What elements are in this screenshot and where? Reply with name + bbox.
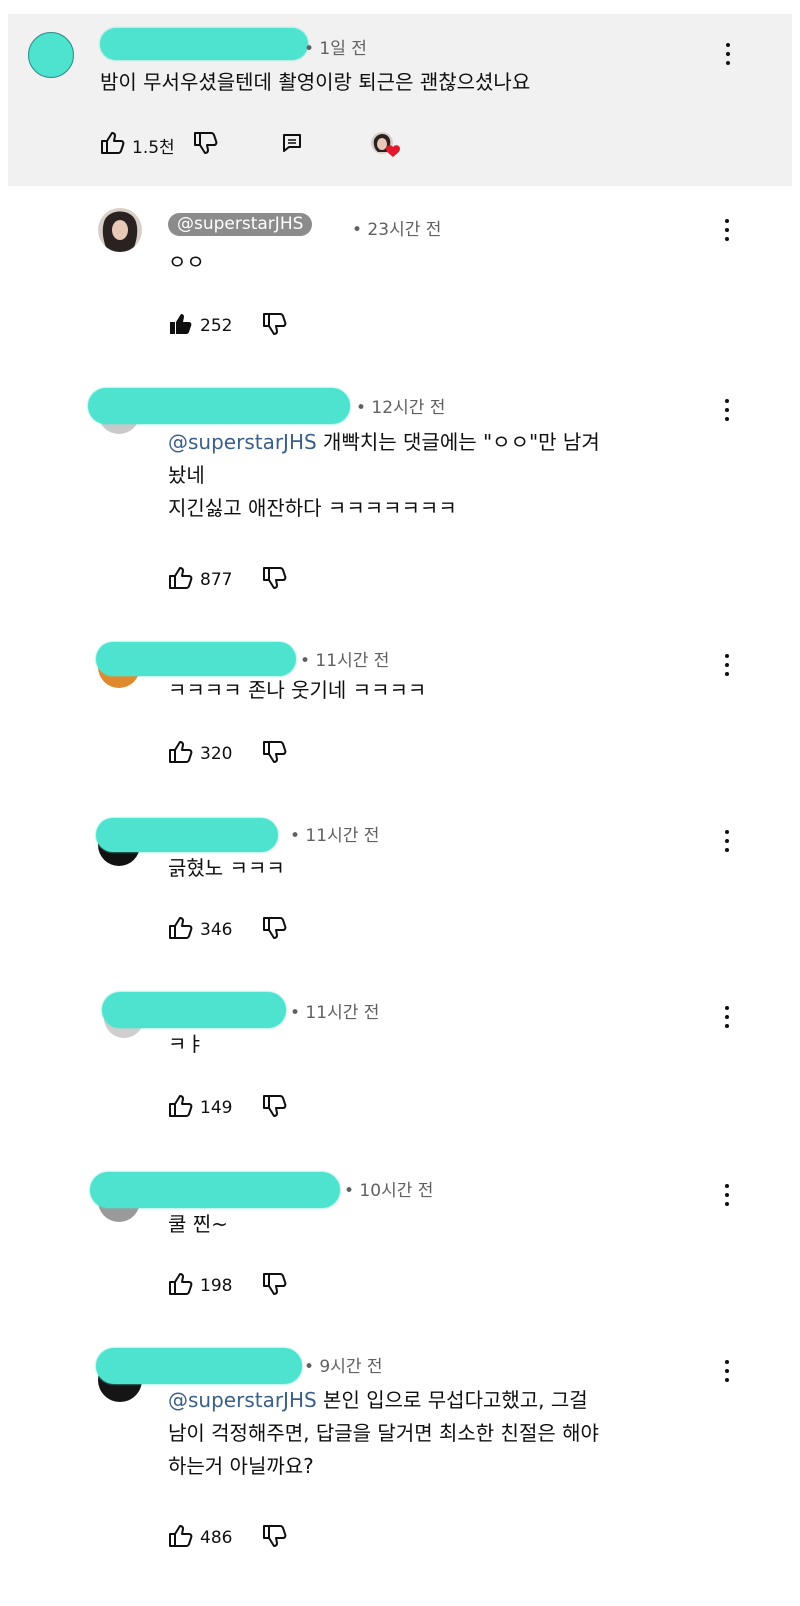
reply-text: ㅇㅇ: [168, 250, 205, 274]
avatar[interactable]: [28, 32, 74, 78]
more-vert-icon[interactable]: [720, 1006, 734, 1028]
reply: • 11시간 전 ㅋㅑ 149: [0, 988, 800, 1138]
more-vert-icon[interactable]: [720, 830, 734, 852]
like-count: 346: [200, 920, 233, 940]
reply: • 10시간 전 쿨 찐~ 198: [0, 1168, 800, 1318]
more-vert-icon[interactable]: [721, 43, 735, 65]
reply-text: 쿨 찐~: [168, 1212, 228, 1236]
thumb-down-icon[interactable]: [262, 1272, 288, 1300]
thumb-up-icon[interactable]: [168, 1094, 194, 1122]
like-count: 486: [200, 1528, 233, 1548]
thumb-up-icon[interactable]: [168, 740, 194, 768]
reply-text: @superstarJHS 본인 입으로 무섭다고했고, 그걸 남이 걱정해주면…: [168, 1388, 599, 1478]
reply-actions: 149: [168, 1094, 288, 1122]
redacted-username: [96, 642, 296, 676]
mention-link[interactable]: @superstarJHS: [168, 1388, 317, 1412]
reply-time: • 11시간 전: [300, 651, 390, 671]
reply-time: • 11시간 전: [290, 1003, 380, 1023]
reply-actions: 198: [168, 1272, 288, 1300]
redacted-username: [96, 818, 278, 852]
like-count: 149: [200, 1098, 233, 1118]
thumb-up-icon[interactable]: [168, 916, 194, 944]
reply-actions: 877: [168, 566, 288, 594]
reply-text: ㅋㅋㅋㅋ 존나 웃기네 ㅋㅋㅋㅋ: [168, 678, 427, 702]
more-vert-icon[interactable]: [720, 1184, 734, 1206]
thumb-down-icon[interactable]: [262, 916, 288, 944]
reply-time: • 23시간 전: [352, 220, 442, 240]
reply-time: • 12시간 전: [356, 398, 446, 418]
reply-text: ㅋㅑ: [168, 1032, 205, 1056]
redacted-username: [102, 992, 286, 1028]
like-count: 198: [200, 1276, 233, 1296]
like-count: 320: [200, 744, 233, 764]
redacted-username: [88, 388, 350, 424]
creator-avatar[interactable]: [98, 208, 142, 252]
thumb-up-icon[interactable]: [168, 1272, 194, 1300]
comment-time: • 1일 전: [304, 39, 367, 59]
more-vert-icon[interactable]: [720, 654, 734, 676]
reply-actions: 320: [168, 740, 288, 768]
redacted-username: [100, 28, 308, 60]
more-vert-icon[interactable]: [720, 219, 734, 241]
mention-link[interactable]: @superstarJHS: [168, 430, 317, 454]
like-count: 252: [200, 316, 233, 336]
reply-time: • 9시간 전: [304, 1357, 383, 1377]
reply-actions: 252: [168, 312, 288, 340]
reply: • 12시간 전 @superstarJHS 개빡치는 댓글에는 "ㅇㅇ"만 남…: [0, 380, 800, 610]
creator-heart-icon: [369, 130, 403, 160]
creator-handle[interactable]: @superstarJHS: [168, 213, 313, 236]
reply: • 11시간 전 ㅋㅋㅋㅋ 존나 웃기네 ㅋㅋㅋㅋ 320: [0, 634, 800, 784]
more-vert-icon[interactable]: [720, 1360, 734, 1382]
top-comment: • 1일 전 밤이 무서우셨을텐데 촬영이랑 퇴근은 괜찮으셨나요 1.5천: [8, 14, 792, 186]
reply-text: 긁혔노 ㅋㅋㅋ: [168, 856, 285, 880]
reply-text: @superstarJHS 개빡치는 댓글에는 "ㅇㅇ"만 남겨 놨네 지긴싫고…: [168, 430, 600, 520]
reply-icon[interactable]: [281, 132, 303, 158]
redacted-username: [96, 1348, 302, 1384]
comment-text: 밤이 무서우셨을텐데 촬영이랑 퇴근은 괜찮으셨나요: [100, 70, 531, 94]
thumb-up-icon[interactable]: [168, 566, 194, 594]
thumb-down-icon[interactable]: [262, 740, 288, 768]
reply: @superstarJHS • 23시간 전 ㅇㅇ 252: [0, 196, 800, 356]
thumb-down-icon[interactable]: [262, 312, 288, 340]
thumb-up-icon[interactable]: [100, 131, 126, 159]
reply-time: • 10시간 전: [344, 1181, 434, 1201]
thumb-down-icon[interactable]: [262, 1524, 288, 1552]
thumb-up-filled-icon[interactable]: [168, 312, 194, 340]
reply: • 9시간 전 @superstarJHS 본인 입으로 무섭다고했고, 그걸 …: [0, 1346, 800, 1586]
reply: • 11시간 전 긁혔노 ㅋㅋㅋ 346: [0, 812, 800, 962]
reply-actions: 346: [168, 916, 288, 944]
like-count: 877: [200, 570, 233, 590]
like-count: 1.5천: [132, 137, 175, 158]
thumb-down-icon[interactable]: [262, 1094, 288, 1122]
redacted-username: [90, 1172, 340, 1208]
thumb-up-icon[interactable]: [168, 1524, 194, 1552]
comment-actions: 1.5천: [100, 130, 403, 160]
thumb-down-icon[interactable]: [262, 566, 288, 594]
reply-actions: 486: [168, 1524, 288, 1552]
thumb-down-icon[interactable]: [193, 131, 219, 159]
reply-time: • 11시간 전: [290, 826, 380, 846]
more-vert-icon[interactable]: [720, 399, 734, 421]
